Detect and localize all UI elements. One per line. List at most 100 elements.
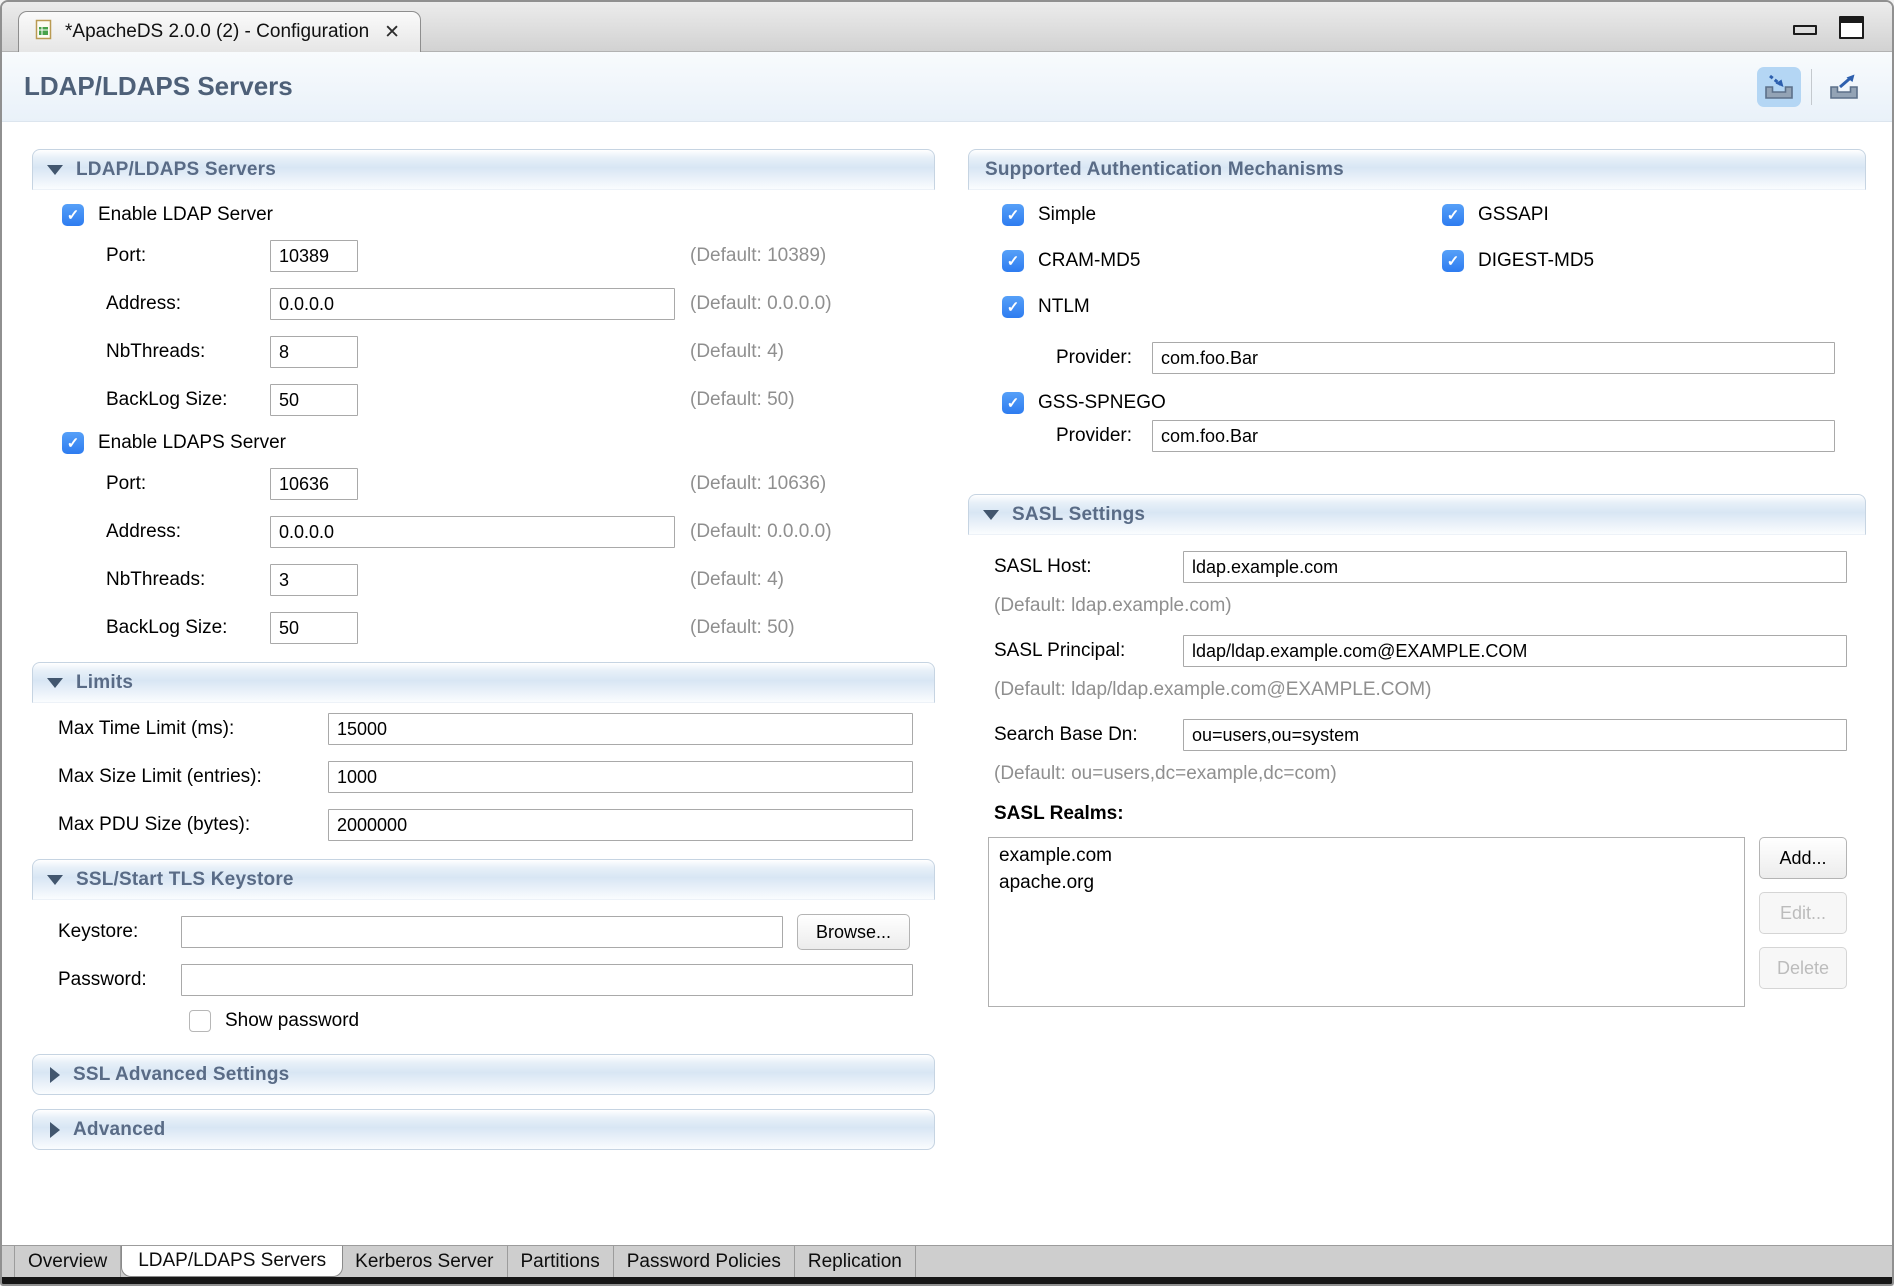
section-auth-mechanisms: Supported Authentication Mechanisms Simp… <box>968 149 1866 476</box>
tab-kerberos-server[interactable]: Kerberos Server <box>342 1246 507 1277</box>
simple-label: Simple <box>1038 204 1096 226</box>
minimize-icon[interactable] <box>1793 25 1817 35</box>
default-hint: (Default: 10389) <box>690 245 826 267</box>
page-title: LDAP/LDAPS Servers <box>24 71 293 102</box>
field-label: NbThreads: <box>106 341 270 363</box>
default-hint: (Default: 50) <box>690 617 795 639</box>
browse-button[interactable]: Browse... <box>797 914 910 950</box>
keystore-input[interactable] <box>181 916 783 948</box>
section-ldap-ldaps-servers: LDAP/LDAPS Servers Enable LDAP Server Po… <box>32 149 935 644</box>
export-configuration-button[interactable] <box>1822 67 1866 107</box>
field-label: Max Time Limit (ms): <box>58 718 328 740</box>
ldaps-nbthreads-row: NbThreads: (Default: 4) <box>106 564 935 596</box>
twistie-expanded-icon <box>47 678 63 688</box>
sasl-realms-list[interactable]: example.com apache.org <box>988 837 1745 1007</box>
import-icon <box>1760 70 1798 104</box>
cram-md5-row: CRAM-MD5 <box>1002 250 1442 272</box>
max-time-limit-input[interactable] <box>328 713 913 745</box>
field-label: Search Base Dn: <box>994 724 1183 746</box>
gssapi-checkbox[interactable] <box>1442 204 1464 226</box>
section-header-ssl-keystore[interactable]: SSL/Start TLS Keystore <box>32 859 935 900</box>
delete-realm-button[interactable]: Delete <box>1759 947 1847 989</box>
section-advanced: Advanced <box>32 1109 935 1150</box>
enable-ldap-checkbox[interactable] <box>62 204 84 226</box>
default-hint: (Default: ou=users,dc=example,dc=com) <box>994 763 1866 785</box>
edit-realm-button[interactable]: Edit... <box>1759 892 1847 934</box>
ldap-port-input[interactable] <box>270 240 358 272</box>
ldap-address-input[interactable] <box>270 288 675 320</box>
section-title: SSL/Start TLS Keystore <box>76 869 294 891</box>
field-label: Max Size Limit (entries): <box>58 766 328 788</box>
ldaps-nbthreads-input[interactable] <box>270 564 358 596</box>
section-title: Supported Authentication Mechanisms <box>985 159 1344 181</box>
ntlm-provider-row: Provider: <box>1002 342 1866 374</box>
section-header-advanced[interactable]: Advanced <box>32 1109 935 1150</box>
search-base-dn-input[interactable] <box>1183 719 1847 751</box>
digest-md5-row: DIGEST-MD5 <box>1442 250 1594 272</box>
sasl-host-input[interactable] <box>1183 551 1847 583</box>
max-size-limit-input[interactable] <box>328 761 913 793</box>
field-label: Keystore: <box>58 921 181 943</box>
sasl-principal-input[interactable] <box>1183 635 1847 667</box>
section-header-ssl-advanced[interactable]: SSL Advanced Settings <box>32 1054 935 1095</box>
simple-checkbox[interactable] <box>1002 204 1024 226</box>
ldap-backlog-input[interactable] <box>270 384 358 416</box>
max-pdu-size-input[interactable] <box>328 809 913 841</box>
gss-spnego-checkbox[interactable] <box>1002 392 1024 414</box>
section-header-limits[interactable]: Limits <box>32 662 935 703</box>
show-password-label: Show password <box>225 1010 359 1032</box>
enable-ldaps-checkbox[interactable] <box>62 432 84 454</box>
cram-md5-checkbox[interactable] <box>1002 250 1024 272</box>
section-header-sasl-settings[interactable]: SASL Settings <box>968 494 1866 535</box>
app-window: *ApacheDS 2.0.0 (2) - Configuration ✕ LD… <box>0 0 1894 1286</box>
ldaps-address-row: Address: (Default: 0.0.0.0) <box>106 516 935 548</box>
tab-password-policies[interactable]: Password Policies <box>614 1246 795 1277</box>
sasl-principal-row: SASL Principal: <box>994 635 1866 667</box>
digest-md5-checkbox[interactable] <box>1442 250 1464 272</box>
tab-replication[interactable]: Replication <box>795 1246 916 1277</box>
spnego-provider-input[interactable] <box>1152 420 1835 452</box>
password-row: Password: <box>58 964 935 996</box>
ldap-nbthreads-input[interactable] <box>270 336 358 368</box>
add-realm-button[interactable]: Add... <box>1759 837 1847 879</box>
field-label: SASL Principal: <box>994 640 1183 662</box>
section-sasl-settings: SASL Settings SASL Host: (Default: ldap.… <box>968 494 1866 1007</box>
max-size-limit-row: Max Size Limit (entries): <box>58 761 935 793</box>
realm-list-item[interactable]: example.com <box>999 843 1734 870</box>
section-title: Advanced <box>73 1119 165 1141</box>
field-label: BackLog Size: <box>106 389 270 411</box>
gss-spnego-label: GSS-SPNEGO <box>1038 392 1166 414</box>
tab-close-icon[interactable]: ✕ <box>380 21 400 44</box>
import-configuration-button[interactable] <box>1757 67 1801 107</box>
field-label: Port: <box>106 473 270 495</box>
twistie-expanded-icon <box>47 875 63 885</box>
section-header-ldap-ldaps-servers[interactable]: LDAP/LDAPS Servers <box>32 149 935 190</box>
realm-list-item[interactable]: apache.org <box>999 870 1734 897</box>
default-hint: (Default: ldap.example.com) <box>994 595 1866 617</box>
ntlm-checkbox[interactable] <box>1002 296 1024 318</box>
ldaps-port-input[interactable] <box>270 468 358 500</box>
section-ssl-advanced: SSL Advanced Settings <box>32 1054 935 1095</box>
ldaps-backlog-input[interactable] <box>270 612 358 644</box>
tab-partitions[interactable]: Partitions <box>508 1246 614 1277</box>
ldap-address-row: Address: (Default: 0.0.0.0) <box>106 288 935 320</box>
default-hint: (Default: 50) <box>690 389 795 411</box>
ldaps-address-input[interactable] <box>270 516 675 548</box>
field-label: Port: <box>106 245 270 267</box>
sasl-realms-label: SASL Realms: <box>994 803 1866 825</box>
twistie-expanded-icon <box>47 165 63 175</box>
ntlm-provider-input[interactable] <box>1152 342 1835 374</box>
editor-tabstrip: *ApacheDS 2.0.0 (2) - Configuration ✕ <box>2 2 1892 52</box>
default-hint: (Default: 0.0.0.0) <box>690 293 832 315</box>
maximize-icon[interactable] <box>1839 16 1864 39</box>
twistie-collapsed-icon <box>50 1122 60 1138</box>
password-input[interactable] <box>181 964 913 996</box>
cram-md5-label: CRAM-MD5 <box>1038 250 1140 272</box>
header-actions-divider <box>1811 69 1812 105</box>
tab-ldap-ldaps-servers[interactable]: LDAP/LDAPS Servers <box>121 1246 343 1277</box>
editor-tab-configuration[interactable]: *ApacheDS 2.0.0 (2) - Configuration ✕ <box>18 11 421 52</box>
field-label: BackLog Size: <box>106 617 270 639</box>
field-label: Password: <box>58 969 181 991</box>
show-password-checkbox[interactable] <box>189 1010 211 1032</box>
tab-overview[interactable]: Overview <box>14 1246 121 1277</box>
